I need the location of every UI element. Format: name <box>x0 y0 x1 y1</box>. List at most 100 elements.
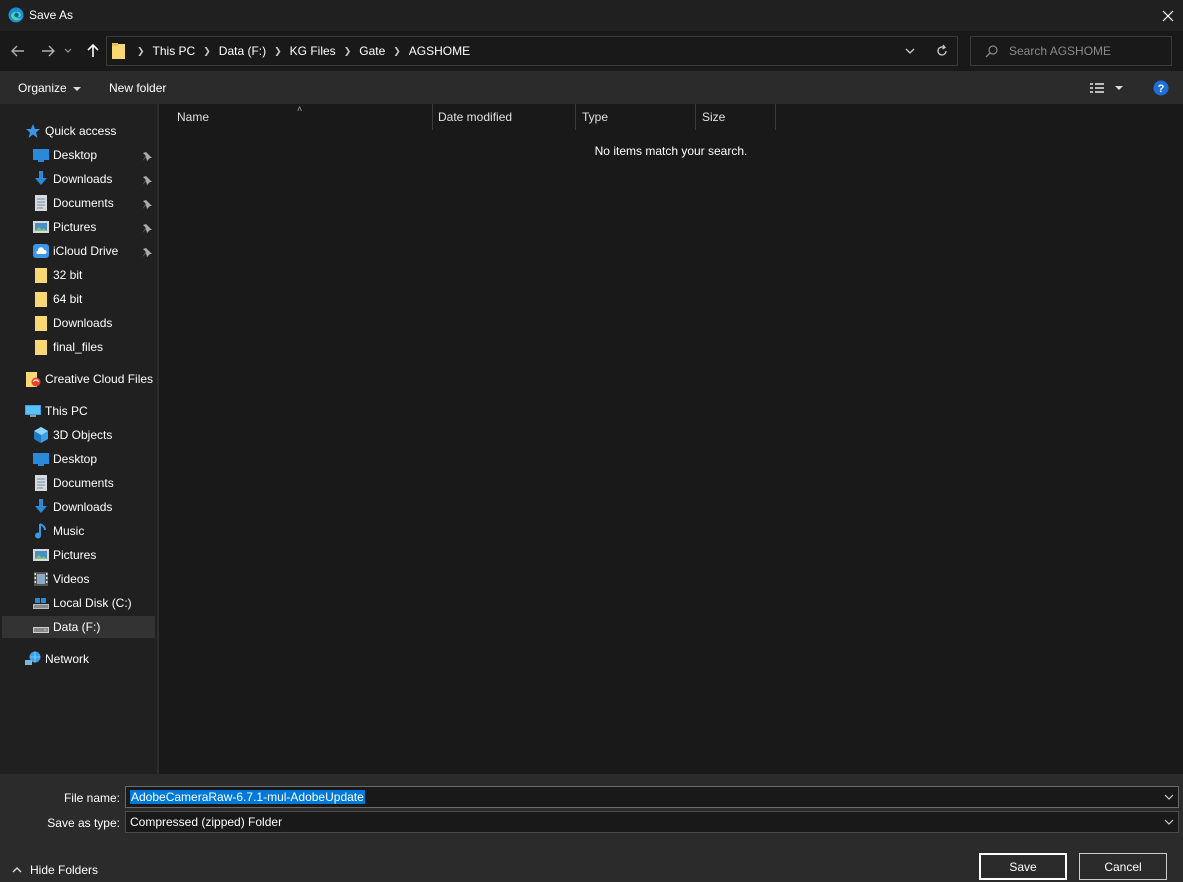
nav-item-local-disk-c[interactable]: Local Disk (C:) <box>33 592 132 614</box>
chevron-up-icon <box>12 867 22 873</box>
new-folder-label: New folder <box>109 81 167 95</box>
address-bar[interactable]: ❯ This PC ❯ Data (F:) ❯ KG Files ❯ Gate … <box>106 36 958 66</box>
nav-label: Pictures <box>53 220 97 234</box>
chevron-down-icon[interactable] <box>1164 817 1174 827</box>
nav-item-3d-objects[interactable]: 3D Objects <box>33 424 112 446</box>
search-icon <box>985 45 998 58</box>
nav-item-desktop[interactable]: Desktop <box>33 144 97 166</box>
nav-item-final-files[interactable]: final_files <box>33 336 103 358</box>
column-label: Size <box>702 110 726 124</box>
cancel-button[interactable]: Cancel <box>1079 853 1167 880</box>
nav-label: Desktop <box>53 148 98 162</box>
crumb-this-pc[interactable]: This PC <box>153 44 196 58</box>
folder-icon <box>112 43 125 59</box>
nav-label: iCloud Drive <box>53 244 119 258</box>
nav-label: Music <box>53 524 85 538</box>
column-separator[interactable] <box>432 104 433 130</box>
svg-text:?: ? <box>1158 83 1165 95</box>
column-header-name[interactable]: Name <box>177 104 209 130</box>
close-button[interactable] <box>1153 0 1183 31</box>
nav-creative-cloud-files[interactable]: Creative Cloud Files <box>25 368 153 390</box>
column-separator[interactable] <box>575 104 576 130</box>
column-label: Name <box>177 110 210 124</box>
nav-item-pictures[interactable]: Pictures <box>33 216 96 238</box>
crumb-kg-files[interactable]: KG Files <box>290 44 336 58</box>
pin-icon <box>142 152 152 161</box>
recent-locations-button[interactable] <box>62 41 74 61</box>
save-type-select[interactable]: Compressed (zipped) Folder <box>125 811 1179 833</box>
forward-button[interactable] <box>38 41 58 61</box>
crumb-agshome[interactable]: AGSHOME <box>409 44 470 58</box>
nav-label: Desktop <box>53 452 98 466</box>
view-options-icon[interactable] <box>1089 81 1125 95</box>
nav-item-32-bit[interactable]: 32 bit <box>33 264 82 286</box>
search-input[interactable] <box>1009 37 1169 65</box>
file-list[interactable]: ˄ Name Date modified Type Size No items … <box>159 104 1183 774</box>
drive-icon <box>33 627 49 633</box>
new-folder-button[interactable]: New folder <box>109 81 166 95</box>
nav-item-icloud-drive[interactable]: iCloud Drive <box>33 240 118 262</box>
organize-button[interactable]: Organize <box>18 81 81 95</box>
nav-label: Local Disk (C:) <box>53 596 132 610</box>
hide-folders-button[interactable]: Hide Folders <box>12 863 98 877</box>
nav-item-pc-pictures[interactable]: Pictures <box>33 544 96 566</box>
column-separator[interactable] <box>695 104 696 130</box>
column-label: Type <box>582 110 609 124</box>
file-name-value[interactable]: AdobeCameraRaw-6.7.1-mul-AdobeUpdate <box>130 790 365 804</box>
nav-item-pc-documents[interactable]: Documents <box>33 472 114 494</box>
nav-item-documents[interactable]: Documents <box>33 192 114 214</box>
local-disk-icon <box>33 598 49 609</box>
hide-folders-label: Hide Folders <box>30 863 99 877</box>
chevron-down-icon[interactable] <box>1164 792 1174 802</box>
nav-item-downloads[interactable]: Downloads <box>33 168 112 190</box>
nav-label: Documents <box>53 476 114 490</box>
column-header-date-modified[interactable]: Date modified <box>438 104 512 130</box>
empty-message: No items match your search. <box>594 144 748 158</box>
chevron-right-icon[interactable]: ❯ <box>393 46 401 57</box>
desktop-icon <box>33 149 49 162</box>
chevron-right-icon[interactable]: ❯ <box>344 46 352 57</box>
pin-icon <box>142 248 152 257</box>
nav-label: Downloads <box>53 316 113 330</box>
forward-arrow-icon <box>42 45 55 57</box>
nav-item-pc-desktop[interactable]: Desktop <box>33 448 97 470</box>
nav-label: 32 bit <box>53 268 83 282</box>
nav-item-data-f[interactable]: Data (F:) <box>2 616 155 638</box>
search-box[interactable] <box>970 36 1172 66</box>
nav-item-pc-downloads[interactable]: Downloads <box>33 496 112 518</box>
save-button[interactable]: Save <box>979 853 1067 880</box>
music-icon <box>35 523 46 539</box>
up-button[interactable] <box>83 41 103 61</box>
nav-label: Downloads <box>53 172 113 186</box>
chevron-right-icon[interactable]: ❯ <box>203 46 211 57</box>
3d-objects-icon <box>34 427 48 443</box>
help-icon[interactable]: ? <box>1153 80 1169 96</box>
crumb-gate[interactable]: Gate <box>359 44 385 58</box>
column-separator[interactable] <box>775 104 776 130</box>
close-icon <box>1162 10 1174 21</box>
nav-item-videos[interactable]: Videos <box>33 568 89 590</box>
nav-item-downloads-folder[interactable]: Downloads <box>33 312 112 334</box>
address-row: ❯ This PC ❯ Data (F:) ❯ KG Files ❯ Gate … <box>0 31 1183 71</box>
chevron-down-icon[interactable] <box>903 44 917 58</box>
desktop-icon <box>33 453 49 466</box>
chevron-down-icon <box>64 48 72 53</box>
file-name-field[interactable]: AdobeCameraRaw-6.7.1-mul-AdobeUpdate <box>125 786 1179 808</box>
nav-network[interactable]: Network <box>25 648 89 670</box>
nav-item-music[interactable]: Music <box>33 520 84 542</box>
pin-icon <box>142 200 152 209</box>
refresh-icon[interactable] <box>935 44 949 58</box>
dropdown-arrow-icon <box>72 86 81 91</box>
nav-label: Network <box>45 652 90 666</box>
nav-item-64-bit[interactable]: 64 bit <box>33 288 82 310</box>
column-header-type[interactable]: Type <box>582 104 608 130</box>
back-button[interactable] <box>8 41 28 61</box>
crumb-data-f[interactable]: Data (F:) <box>219 44 266 58</box>
folder-icon <box>35 292 47 307</box>
nav-this-pc[interactable]: This PC <box>25 400 88 422</box>
nav-label: Documents <box>53 196 114 210</box>
chevron-right-icon[interactable]: ❯ <box>274 46 282 57</box>
nav-quick-access[interactable]: Quick access <box>25 120 116 142</box>
title-bar: Save As <box>0 0 1183 31</box>
column-header-size[interactable]: Size <box>702 104 725 130</box>
